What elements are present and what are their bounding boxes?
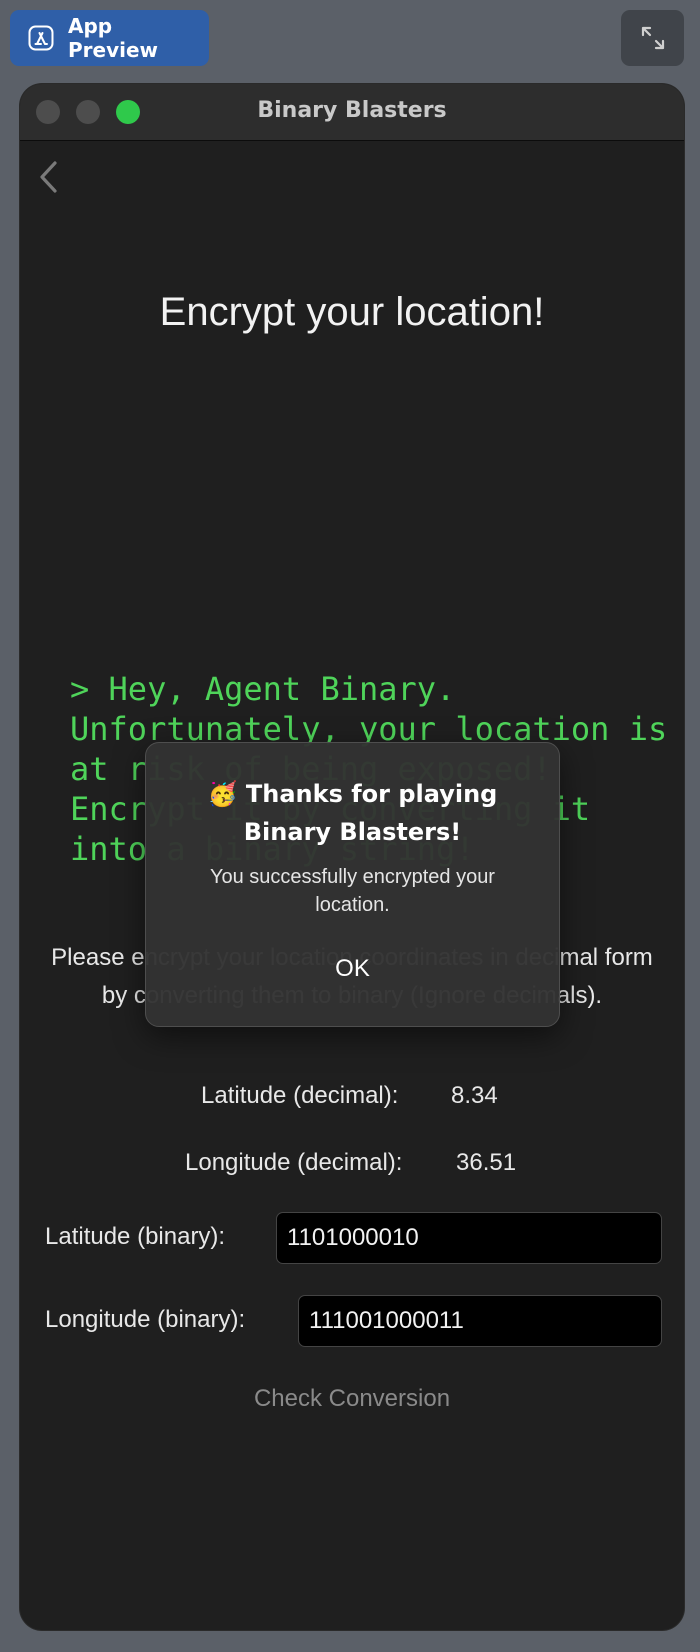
expand-button[interactable] <box>621 10 684 66</box>
latitude-binary-label: Latitude (binary): <box>45 1223 226 1250</box>
success-dialog: 🥳 Thanks for playing Binary Blasters! Yo… <box>145 742 560 1027</box>
longitude-decimal-value: 36.51 <box>456 1149 517 1176</box>
title-bar: Binary Blasters <box>20 84 684 141</box>
ok-button[interactable]: OK <box>146 954 559 984</box>
app-preview-button[interactable]: App Preview <box>10 10 209 66</box>
latitude-binary-input[interactable] <box>276 1212 662 1264</box>
app-store-icon <box>28 25 54 51</box>
latitude-decimal-value: 8.34 <box>451 1082 498 1109</box>
check-conversion-button[interactable]: Check Conversion <box>20 1384 684 1414</box>
window-title: Binary Blasters <box>257 98 447 123</box>
app-preview-label: App Preview <box>67 14 159 62</box>
dialog-title: 🥳 Thanks for playing Binary Blasters! <box>207 780 498 846</box>
latitude-decimal-label: Latitude (decimal): <box>201 1082 399 1109</box>
page-title: Encrypt your location! <box>159 290 545 334</box>
longitude-binary-input[interactable] <box>298 1295 662 1347</box>
chevron-left-icon[interactable] <box>38 160 58 194</box>
longitude-decimal-label: Longitude (decimal): <box>185 1149 403 1176</box>
dialog-message: You successfully encrypted your location… <box>210 866 495 916</box>
longitude-binary-label: Longitude (binary): <box>45 1306 246 1333</box>
expand-icon <box>641 26 664 50</box>
